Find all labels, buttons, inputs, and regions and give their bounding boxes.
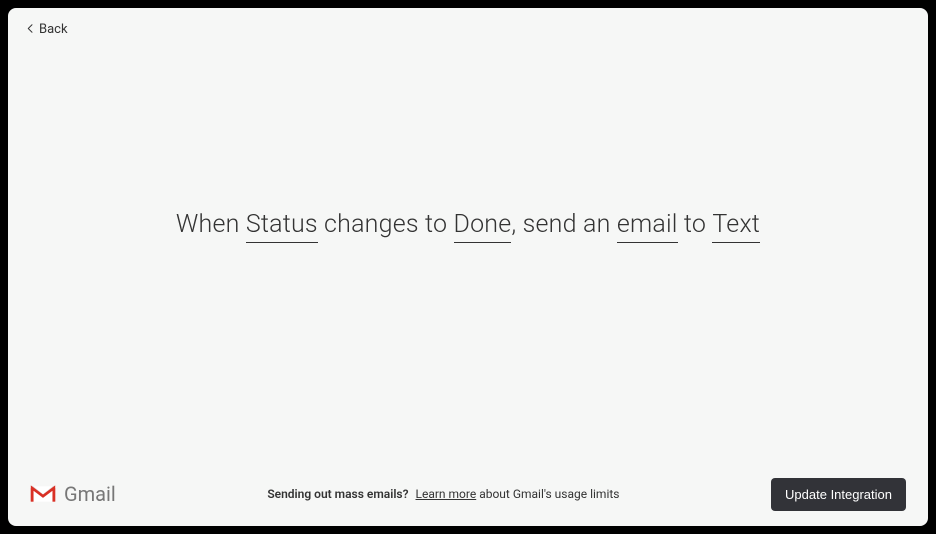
sentence-part: to [678, 210, 713, 239]
update-integration-button[interactable]: Update Integration [771, 478, 906, 511]
integration-config-page: Back When Status changes to Done, send a… [8, 8, 928, 526]
chevron-left-icon [26, 22, 35, 37]
back-label: Back [39, 22, 68, 37]
footer-notice: Sending out mass emails? Learn more abou… [132, 487, 755, 501]
sentence-part: When [176, 210, 246, 239]
notice-rest: about Gmail's usage limits [476, 487, 619, 501]
text-token[interactable]: Text [712, 210, 760, 243]
learn-more-link[interactable]: Learn more [416, 487, 477, 501]
gmail-brand: Gmail [30, 481, 116, 507]
back-button[interactable]: Back [26, 22, 68, 37]
gmail-icon [30, 481, 56, 507]
status-token[interactable]: Status [246, 210, 318, 243]
footer: Gmail Sending out mass emails? Learn mor… [8, 462, 928, 526]
done-token[interactable]: Done [454, 210, 512, 243]
brand-name: Gmail [64, 482, 116, 506]
top-bar: Back [8, 8, 928, 51]
sentence-part: , send an [511, 210, 616, 239]
email-token[interactable]: email [617, 210, 678, 243]
recipe-sentence: When Status changes to Done, send an ema… [176, 210, 760, 243]
notice-question: Sending out mass emails? [267, 487, 408, 501]
main-content: When Status changes to Done, send an ema… [8, 51, 928, 462]
sentence-part: changes to [318, 210, 454, 239]
